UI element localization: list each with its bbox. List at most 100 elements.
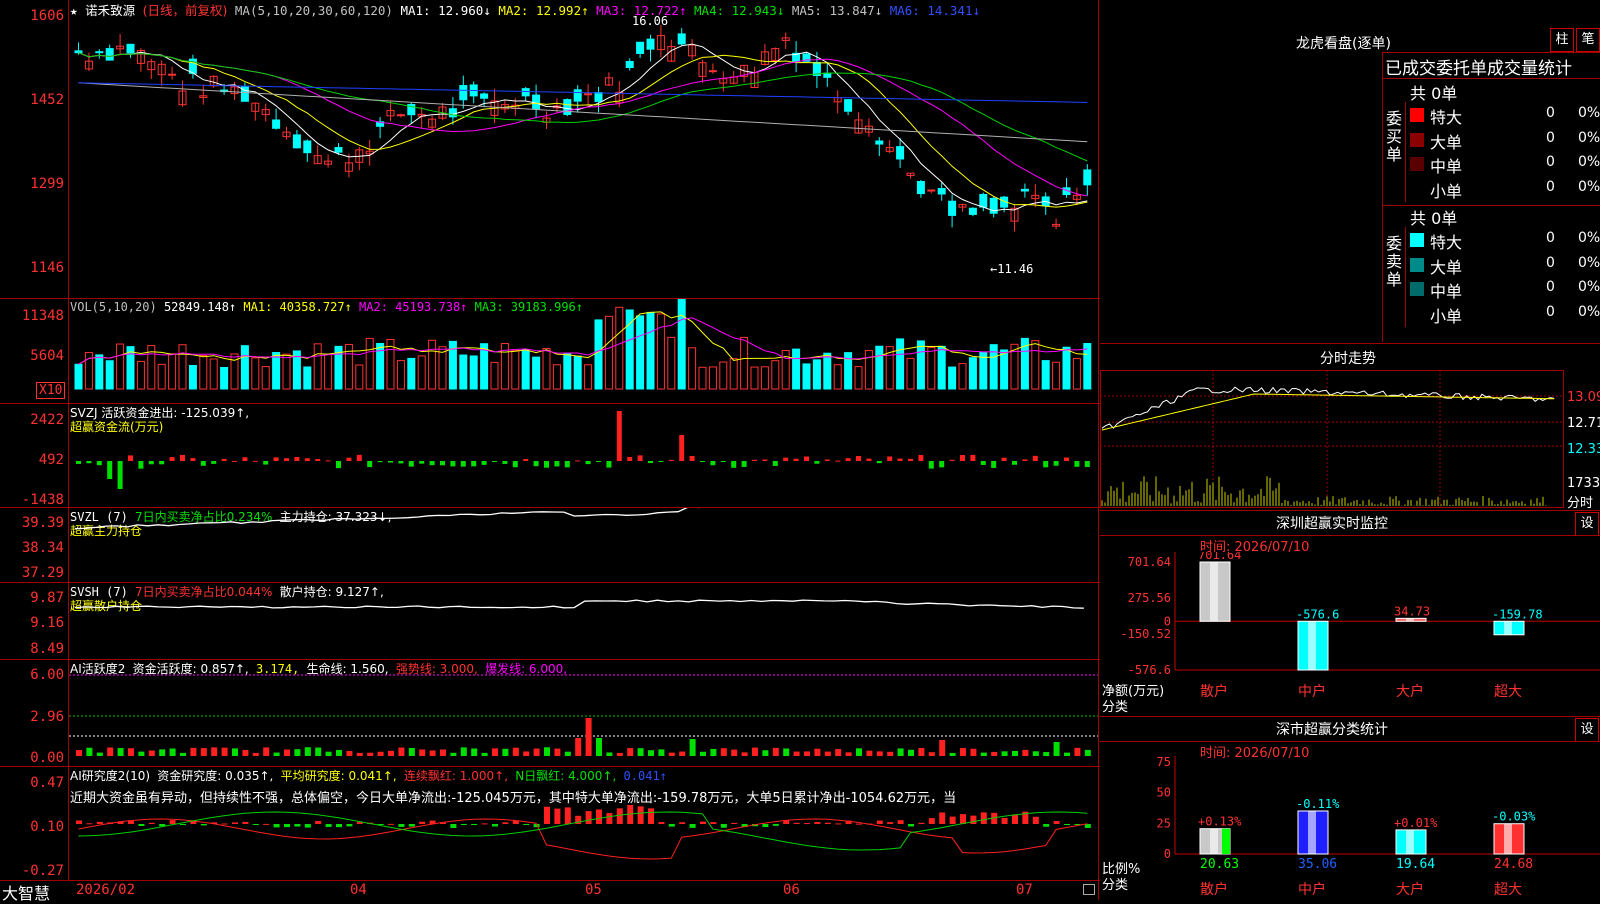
cls-settings-button[interactable]: 设 [1575, 718, 1599, 742]
money-flow-bar [481, 461, 487, 465]
activity-bar [731, 749, 738, 756]
research-bar [762, 824, 769, 828]
panel-sep [0, 880, 1100, 881]
volume-chart[interactable] [69, 299, 1098, 403]
research-bar [325, 824, 332, 827]
ai-research-chart[interactable] [69, 767, 1098, 880]
money-flow-bar [492, 461, 497, 462]
money-flow-bar [1001, 457, 1007, 461]
cls-title: 深市超赢分类统计 [1276, 722, 1388, 738]
money-flow-bar [460, 461, 466, 467]
research-bar [731, 822, 738, 824]
candle-body [823, 72, 832, 78]
activity-bar [107, 747, 114, 756]
research-bar [606, 813, 613, 824]
volume-bar [303, 366, 312, 390]
activity-bar [1084, 749, 1091, 756]
activity-bar [575, 738, 582, 756]
research-bar [544, 806, 550, 824]
research-bar [180, 824, 186, 825]
activity-bar [148, 750, 155, 756]
brand-logo[interactable]: 大智慧 [2, 880, 50, 904]
research-bar [720, 824, 727, 828]
volume-bar [1052, 361, 1061, 390]
activity-bar [845, 752, 852, 756]
activity-bar [772, 747, 779, 756]
svzj-chart[interactable] [69, 404, 1098, 507]
research-bar [388, 823, 394, 825]
buy-row: 特大 0 0% [1408, 104, 1600, 127]
money-flow-bar [668, 459, 674, 461]
volume-bar [282, 353, 291, 390]
volume-bar [324, 354, 333, 390]
money-flow-bar [356, 454, 362, 461]
money-flow-bar [908, 458, 913, 461]
tick-mode-button[interactable]: 笔 [1576, 28, 1600, 52]
sz-bar-highlight [1406, 618, 1414, 622]
money-flow-bar [1022, 459, 1028, 461]
research-bar [1001, 817, 1008, 824]
research-bar [980, 812, 987, 824]
money-flow-bar [949, 459, 955, 461]
money-flow-bar [606, 461, 612, 468]
money-flow-bar [294, 457, 300, 461]
cls-change-label: +0.13% [1198, 815, 1242, 829]
cls-category-label: 散户 [1200, 881, 1228, 898]
money-flow-bar [1043, 461, 1049, 468]
volume-bar [220, 366, 229, 390]
money-flow-bar [1064, 457, 1069, 461]
money-flow-bar [689, 455, 695, 461]
price-tick: 1299 [30, 176, 64, 192]
research-bar [419, 821, 426, 824]
order-stats-tabs[interactable]: 已成交委托单成交量统计 [1385, 54, 1572, 79]
sz-value-label: 701.64 [1198, 552, 1241, 562]
money-flow-bar [637, 455, 643, 461]
money-flow-bar [700, 461, 705, 462]
sz-category-label: 超大 [1494, 684, 1522, 700]
volume-bar [636, 315, 645, 390]
candle-body [594, 92, 603, 102]
vol-unit-button[interactable]: X10 [36, 382, 66, 399]
money-flow-bar [752, 459, 757, 461]
research-bar [523, 824, 530, 825]
cls-bar-highlight [1406, 829, 1414, 854]
money-flow-bar [980, 461, 986, 465]
candle-body [168, 73, 177, 76]
bar-mode-button[interactable]: 柱 [1550, 28, 1574, 52]
svsh-chart[interactable] [69, 583, 1098, 659]
intraday-chart[interactable] [1100, 370, 1564, 508]
volume-bar [740, 336, 749, 390]
candle-body [532, 94, 541, 110]
research-bar [200, 824, 207, 826]
money-flow-bar [252, 460, 258, 462]
date-tick: 06 [783, 882, 800, 898]
activity-bar [96, 752, 103, 756]
svzl-chart[interactable] [69, 508, 1098, 582]
divider [1100, 343, 1600, 344]
candle-body [979, 193, 988, 208]
sz-settings-button[interactable]: 设 [1575, 512, 1599, 536]
money-flow-bar [804, 456, 809, 461]
activity-bar [200, 748, 207, 756]
activity-bar [471, 748, 478, 756]
money-flow-bar [325, 460, 331, 462]
volume-bar [1000, 349, 1009, 390]
kline-area[interactable]: ★ 诺禾致源 (日线，前复权) MA(5,10,20,30,60,120) MA… [0, 0, 1100, 903]
ai-active-chart[interactable] [69, 660, 1098, 766]
money-flow-bar [346, 457, 352, 461]
research-bar [398, 824, 405, 827]
cls-value-label: 35.06 [1298, 857, 1337, 872]
volume-bar [521, 349, 530, 390]
lock-icon[interactable] [1083, 884, 1095, 895]
divider [1100, 510, 1600, 511]
cls-bar-chart[interactable]: 75 50 25 0 +0.13% 20.63 散户 -0.11% 35.06 中户 +0.01% 1… [1100, 756, 1600, 900]
sz-bar-chart[interactable]: 701.64275.560-150.52-576.6701.64散户-576.6… [1100, 552, 1600, 717]
price-chart[interactable] [69, 0, 1098, 298]
activity-bar [876, 751, 883, 756]
research-bar [502, 822, 509, 824]
volume-bar [750, 366, 759, 390]
activity-bar [720, 748, 727, 756]
candle-body [968, 207, 977, 215]
activity-bar [960, 748, 966, 756]
research-bar [304, 824, 311, 828]
